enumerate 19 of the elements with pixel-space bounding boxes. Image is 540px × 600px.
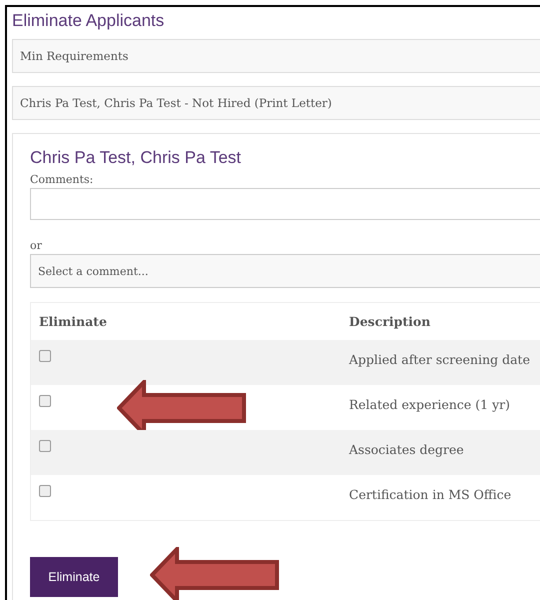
section-header[interactable]: Min Requirements: [12, 39, 540, 73]
table-cell: Certification in MS Office: [349, 487, 512, 502]
column-header: Description: [349, 314, 430, 329]
comments-field[interactable]: [30, 188, 540, 220]
comment-dropdown[interactable]: Select a comment...: [30, 254, 540, 288]
section-header[interactable]: Chris Pa Test, Chris Pa Test - Not Hired (Print Letter): [12, 86, 540, 120]
table-cell: Related experience (1 yr): [349, 397, 510, 412]
page-title: Eliminate Applicants: [12, 11, 164, 31]
applicant-name: Chris Pa Test, Chris Pa Test: [30, 148, 242, 168]
checkbox[interactable]: [39, 395, 51, 407]
checkbox[interactable]: [39, 350, 51, 362]
checkbox[interactable]: [39, 440, 51, 452]
checkbox[interactable]: [39, 485, 51, 497]
eliminate-button[interactable]: Eliminate: [30, 557, 118, 597]
table-cell: Applied after screening date: [349, 352, 530, 367]
or-label: or: [30, 239, 42, 252]
table-cell: Associates degree: [349, 442, 464, 457]
comments-label: Comments:: [30, 173, 94, 186]
column-header: Eliminate: [39, 314, 107, 329]
